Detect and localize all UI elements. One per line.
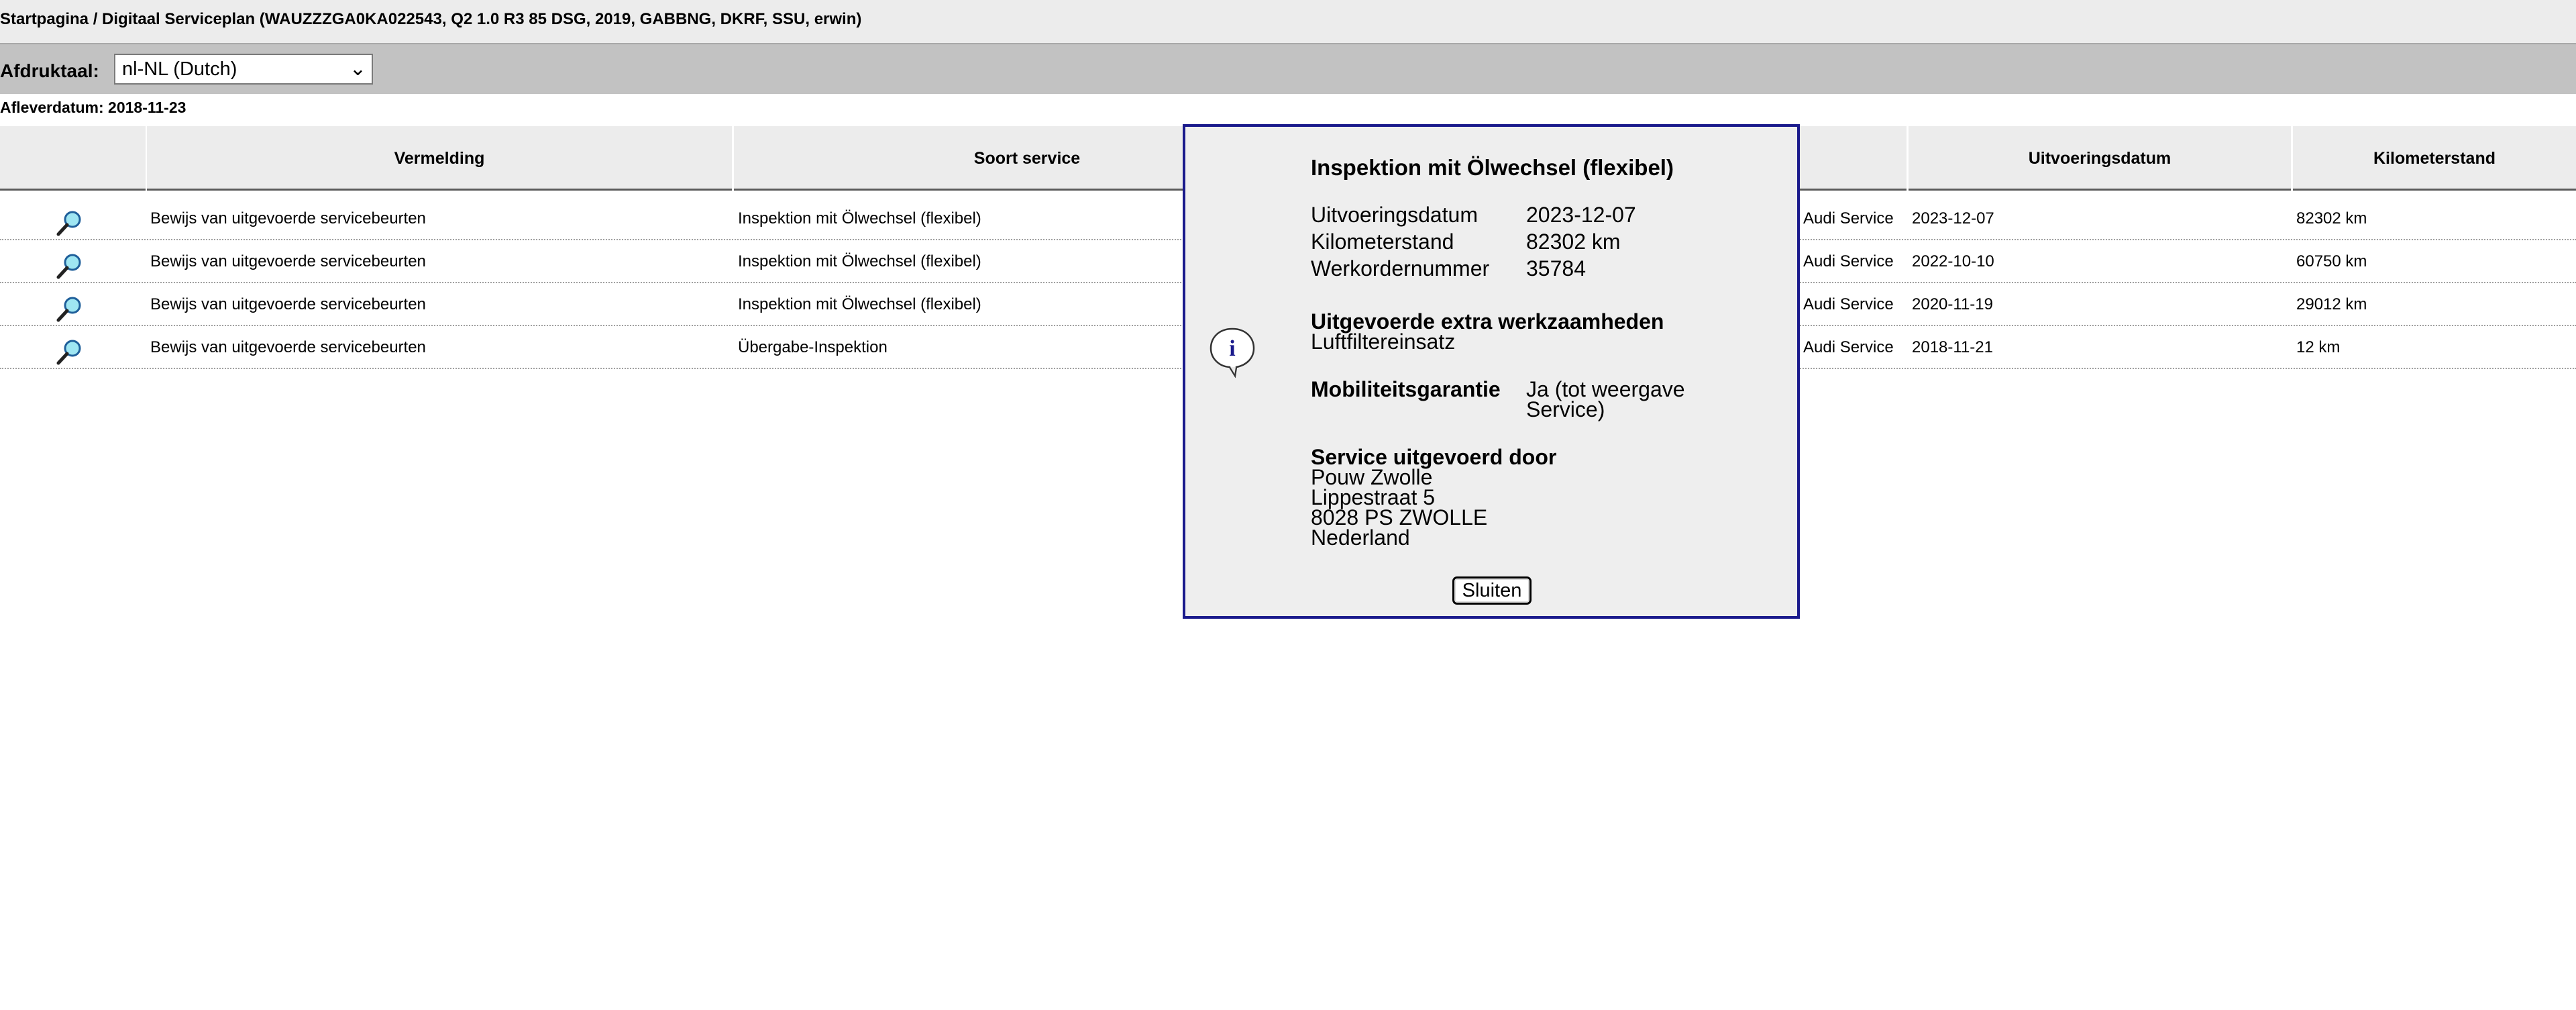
row-kilometerstand: 82302 km (2296, 209, 2367, 228)
row-uitvoeringsdatum: 2018-11-21 (1912, 338, 1993, 356)
row-soort-service: Übergabe-Inspektion (738, 338, 888, 356)
breadcrumb[interactable]: Startpagina / Digitaal Serviceplan (WAUZ… (0, 10, 861, 29)
language-bar: Afdruktaal: nl-NL (Dutch) ⌄ (0, 44, 2576, 94)
row-uitvoeringsdatum: 2022-10-10 (1912, 252, 1994, 270)
language-select[interactable]: nl-NL (Dutch) ⌄ (114, 54, 373, 85)
magnifier-icon[interactable] (55, 294, 85, 323)
svg-text:i: i (1229, 336, 1235, 361)
magnifier-icon[interactable] (55, 208, 85, 238)
column-header-uitvoeringsdatum[interactable]: Uitvoeringsdatum (1909, 126, 2291, 191)
field-label: Kilometerstand (1311, 230, 1454, 254)
magnifier-icon[interactable] (55, 251, 85, 281)
language-selected-value: nl-NL (Dutch) (122, 58, 237, 80)
column-header-vermelding[interactable]: Vermelding (147, 126, 732, 191)
row-vermelding: Bewijs van uitgevoerde servicebeurten (150, 209, 426, 228)
close-button[interactable]: Sluiten (1452, 576, 1532, 605)
mobility-value: Service) (1526, 397, 1605, 421)
chevron-down-icon: ⌄ (349, 58, 366, 80)
row-uitgevoerd-door: Audi Service (1803, 338, 1894, 356)
breadcrumb-bar: Startpagina / Digitaal Serviceplan (WAUZ… (0, 0, 2576, 44)
field-value: 35784 (1526, 256, 1586, 281)
field-value: 82302 km (1526, 230, 1621, 254)
column-header-icon (0, 126, 146, 191)
row-soort-service: Inspektion mit Ölwechsel (flexibel) (738, 209, 981, 228)
row-kilometerstand: 12 km (2296, 338, 2341, 356)
row-kilometerstand: 60750 km (2296, 252, 2367, 270)
row-vermelding: Bewijs van uitgevoerde servicebeurten (150, 295, 426, 313)
mobility-label: Mobiliteitsgarantie (1311, 377, 1501, 401)
row-vermelding: Bewijs van uitgevoerde servicebeurten (150, 338, 426, 356)
field-label: Uitvoeringsdatum (1311, 203, 1478, 227)
service-detail-dialog: i Inspektion mit Ölwechsel (flexibel) Ui… (1183, 124, 1800, 619)
row-uitgevoerd-door: Audi Service (1803, 209, 1894, 228)
row-soort-service: Inspektion mit Ölwechsel (flexibel) (738, 295, 981, 313)
row-soort-service: Inspektion mit Ölwechsel (flexibel) (738, 252, 981, 270)
delivery-date: Afleverdatum: 2018-11-23 (0, 99, 186, 116)
row-uitvoeringsdatum: 2020-11-19 (1912, 295, 1993, 313)
dialog-title: Inspektion mit Ölwechsel (flexibel) (1311, 155, 1674, 180)
field-label: Werkordernummer (1311, 256, 1490, 281)
extra-work-value: Luftfiltereinsatz (1311, 330, 1456, 354)
address-line: Nederland (1311, 525, 1410, 550)
row-vermelding: Bewijs van uitgevoerde servicebeurten (150, 252, 426, 270)
field-value: 2023-12-07 (1526, 203, 1636, 227)
info-icon: i (1210, 327, 1255, 378)
row-uitgevoerd-door: Audi Service (1803, 295, 1894, 313)
row-uitvoeringsdatum: 2023-12-07 (1912, 209, 1994, 228)
row-kilometerstand: 29012 km (2296, 295, 2367, 313)
language-label: Afdruktaal: (0, 60, 99, 81)
column-header-kilometerstand[interactable]: Kilometerstand (2293, 126, 2576, 191)
magnifier-icon[interactable] (55, 337, 85, 366)
row-uitgevoerd-door: Audi Service (1803, 252, 1894, 270)
